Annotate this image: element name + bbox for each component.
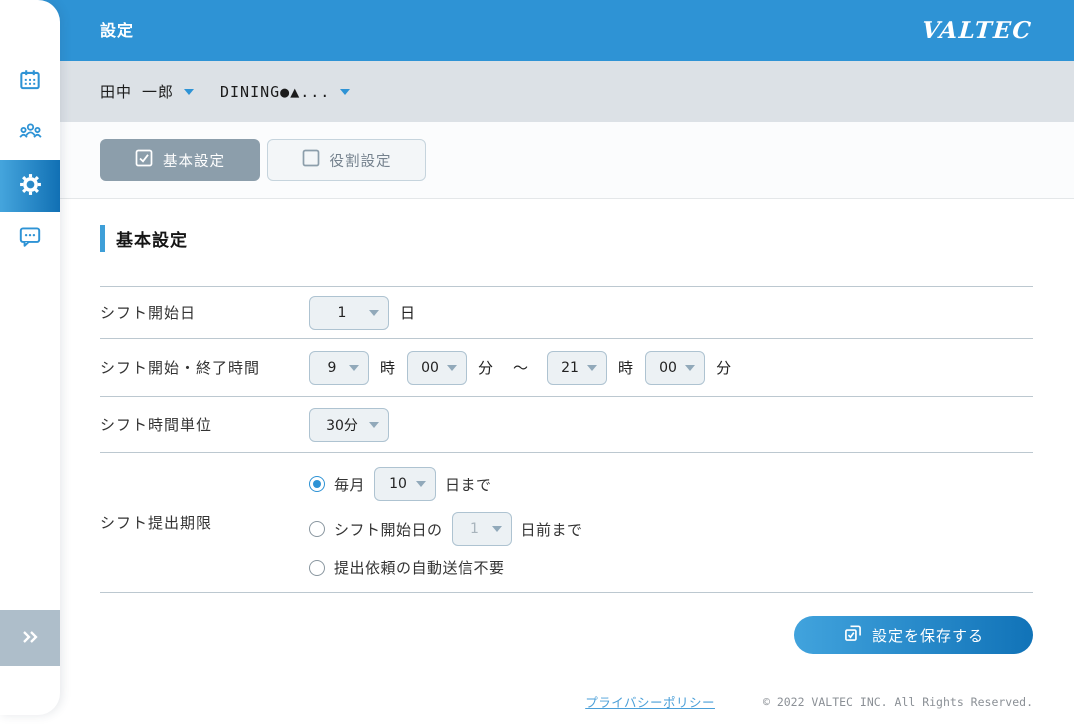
section-title-text: 基本設定 (116, 226, 188, 251)
chevron-down-icon (184, 89, 194, 95)
select-value: 10 (384, 476, 412, 492)
chevron-down-icon (369, 310, 379, 316)
chevron-down-icon (416, 481, 426, 487)
option-text: 日まで (445, 474, 492, 495)
page-title: 設定 (100, 0, 134, 61)
monthly-day-select[interactable]: 10 (374, 467, 436, 501)
sidebar-expander-button[interactable] (0, 610, 60, 666)
field-label: シフト開始日 (100, 302, 309, 323)
save-button-label: 設定を保存する (872, 625, 984, 646)
tab-label: 基本設定 (163, 150, 225, 171)
save-check-icon (843, 623, 863, 647)
range-separator: 〜 (513, 357, 528, 378)
field-label: シフト提出期限 (100, 512, 309, 533)
shift-unit-select[interactable]: 30分 (309, 408, 389, 442)
chevron-down-icon (587, 365, 597, 371)
field-label: シフト時間単位 (100, 414, 309, 435)
double-chevron-right-icon (19, 627, 41, 650)
row-shift-start-day: シフト開始日 1 日 (100, 287, 1033, 339)
user-name: 田中 一郎 (100, 81, 174, 102)
select-value: 1 (462, 521, 488, 537)
deadline-option-no-auto-send: 提出依頼の自動送信不要 (309, 557, 583, 578)
app-root: 設定 VALTEC 田中 一郎 DINING●▲... 基本設定 (0, 0, 1074, 727)
option-text: 毎月 (334, 474, 365, 495)
calendar-icon (17, 67, 43, 97)
valtec-logo: VALTEC (920, 0, 1034, 61)
checkbox-unchecked-icon (302, 149, 320, 171)
radio-unselected[interactable] (309, 560, 325, 576)
unit-label: 分 (716, 357, 732, 378)
chevron-down-icon (349, 365, 359, 371)
unit-label: 時 (618, 357, 634, 378)
select-value: 1 (319, 305, 365, 321)
user-dropdown[interactable]: 田中 一郎 (100, 61, 194, 122)
sidebar-item-settings[interactable] (0, 160, 60, 212)
staff-group-icon (17, 119, 44, 150)
chevron-down-icon (340, 89, 350, 95)
row-deadline: シフト提出期限 毎月 10 日まで シフト開始日の (100, 453, 1033, 593)
option-text: 日前まで (521, 519, 583, 540)
field-label: シフト開始・終了時間 (100, 357, 309, 378)
shift-start-day-select[interactable]: 1 (309, 296, 389, 330)
main-content: 基本設定 シフト開始日 1 日 シフト開始・終了時間 9 (60, 200, 1074, 727)
checkbox-checked-icon (135, 149, 153, 171)
store-name: DINING●▲... (220, 83, 330, 101)
topbar: 設定 VALTEC (0, 0, 1074, 61)
end-hour-select[interactable]: 21 (547, 351, 607, 385)
row-shift-time: シフト開始・終了時間 9 時 00 分 〜 21 (100, 339, 1033, 397)
sidebar-item-staff[interactable] (0, 108, 60, 160)
chevron-down-icon (369, 422, 379, 428)
settings-tabs: 基本設定 役割設定 (60, 122, 1074, 199)
option-text: シフト開始日の (334, 519, 443, 540)
end-minute-select[interactable]: 00 (645, 351, 705, 385)
select-value: 30分 (319, 415, 365, 435)
tab-basic-settings[interactable]: 基本設定 (100, 139, 260, 181)
sidebar-item-calendar[interactable] (0, 56, 60, 108)
save-settings-button[interactable]: 設定を保存する (794, 616, 1033, 654)
tab-label: 役割設定 (330, 150, 392, 171)
section-heading: 基本設定 (100, 225, 188, 252)
store-dropdown[interactable]: DINING●▲... (220, 61, 350, 122)
settings-form: シフト開始日 1 日 シフト開始・終了時間 9 時 (100, 286, 1033, 593)
sidebar-item-chat[interactable] (0, 212, 60, 264)
start-minute-select[interactable]: 00 (407, 351, 467, 385)
tab-role-settings[interactable]: 役割設定 (267, 139, 426, 181)
footer: プライバシーポリシー © 2022 VALTEC INC. All Rights… (585, 692, 1033, 711)
select-value: 21 (557, 360, 583, 376)
chevron-down-icon (492, 526, 502, 532)
accent-bar (100, 225, 105, 252)
deadline-option-monthly: 毎月 10 日まで (309, 467, 583, 501)
select-value: 00 (417, 360, 443, 376)
chat-bubble-icon (17, 223, 43, 253)
radio-unselected[interactable] (309, 521, 325, 537)
unit-label: 分 (478, 357, 494, 378)
copyright-text: © 2022 VALTEC INC. All Rights Reserved. (763, 695, 1033, 709)
context-bar: 田中 一郎 DINING●▲... (0, 61, 1074, 122)
select-value: 9 (319, 360, 345, 376)
unit-label: 日 (400, 302, 416, 323)
unit-label: 時 (380, 357, 396, 378)
sidebar (0, 0, 60, 715)
days-before-select[interactable]: 1 (452, 512, 512, 546)
gear-icon (18, 172, 43, 201)
chevron-down-icon (685, 365, 695, 371)
deadline-option-before-start: シフト開始日の 1 日前まで (309, 512, 583, 546)
start-hour-select[interactable]: 9 (309, 351, 369, 385)
privacy-policy-link[interactable]: プライバシーポリシー (585, 692, 715, 711)
radio-selected[interactable] (309, 476, 325, 492)
row-shift-unit: シフト時間単位 30分 (100, 397, 1033, 453)
option-text: 提出依頼の自動送信不要 (334, 557, 505, 578)
chevron-down-icon (447, 365, 457, 371)
select-value: 00 (655, 360, 681, 376)
